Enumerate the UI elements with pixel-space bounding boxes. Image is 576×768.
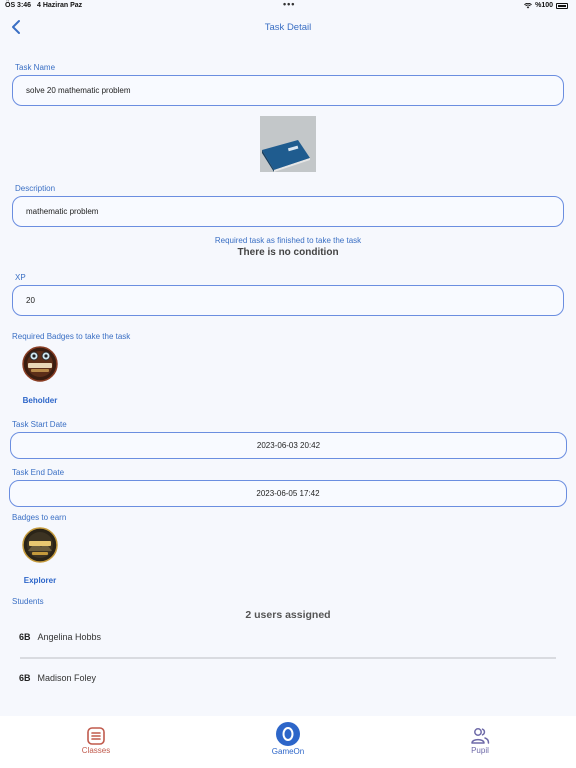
status-date: 4 Haziran Paz — [37, 2, 83, 9]
explorer-badge-icon[interactable] — [22, 527, 58, 563]
tab-gameon-label: GameOn — [271, 747, 305, 756]
end-date-label: Task End Date — [12, 468, 65, 477]
student-name: Madison Foley — [37, 673, 97, 683]
description-label: Description — [15, 184, 56, 193]
task-name-label: Task Name — [15, 63, 56, 72]
beholder-badge-name: Beholder — [22, 396, 58, 405]
badges-to-earn-label: Badges to earn — [12, 513, 67, 522]
start-date-label: Task Start Date — [12, 420, 67, 429]
assigned-count: 2 users assigned — [245, 609, 331, 621]
student-name: Angelina Hobbs — [37, 632, 102, 642]
status-right: %100 — [524, 2, 568, 9]
divider — [20, 657, 556, 659]
status-bar: ÖS 3:46 4 Haziran Paz ••• %100 — [0, 0, 576, 12]
required-task-value: There is no condition — [237, 247, 339, 258]
student-row[interactable]: 6B Angelina Hobbs — [19, 632, 101, 642]
list-icon — [87, 727, 105, 745]
xp-label: XP — [15, 273, 26, 282]
gameon-logo-icon — [276, 722, 300, 746]
math-book-image — [260, 116, 316, 172]
explorer-badge-name: Explorer — [23, 576, 57, 585]
required-badges-label: Required Badges to take the task — [12, 332, 131, 341]
multitasking-dots-icon[interactable]: ••• — [283, 0, 295, 9]
beholder-badge-icon[interactable] — [22, 346, 58, 382]
page-title: Task Detail — [264, 22, 312, 33]
student-class: 6B — [19, 673, 31, 683]
tab-gameon[interactable]: GameOn — [258, 721, 318, 756]
task-image — [260, 116, 316, 172]
wifi-icon — [524, 2, 532, 8]
tab-classes[interactable]: Classes — [66, 726, 126, 755]
tab-pupil[interactable]: Pupil — [450, 726, 510, 755]
status-time: ÖS 3:46 — [5, 2, 32, 9]
battery-percent: %100 — [535, 2, 553, 9]
student-row[interactable]: 6B Madison Foley — [19, 673, 96, 683]
tab-pupil-label: Pupil — [471, 746, 489, 755]
description-field[interactable]: mathematic problem — [12, 196, 564, 227]
tab-classes-label: Classes — [81, 746, 111, 755]
battery-icon — [556, 2, 568, 9]
students-label: Students — [12, 597, 44, 606]
student-class: 6B — [19, 632, 31, 642]
end-date-field[interactable]: 2023-06-05 17:42 — [9, 480, 567, 507]
start-date-field[interactable]: 2023-06-03 20:42 — [10, 432, 567, 459]
task-name-field[interactable]: solve 20 mathematic problem — [12, 75, 564, 106]
required-task-note: Required task as finished to take the ta… — [214, 236, 362, 245]
xp-field[interactable]: 20 — [12, 285, 564, 316]
users-icon — [471, 728, 490, 744]
